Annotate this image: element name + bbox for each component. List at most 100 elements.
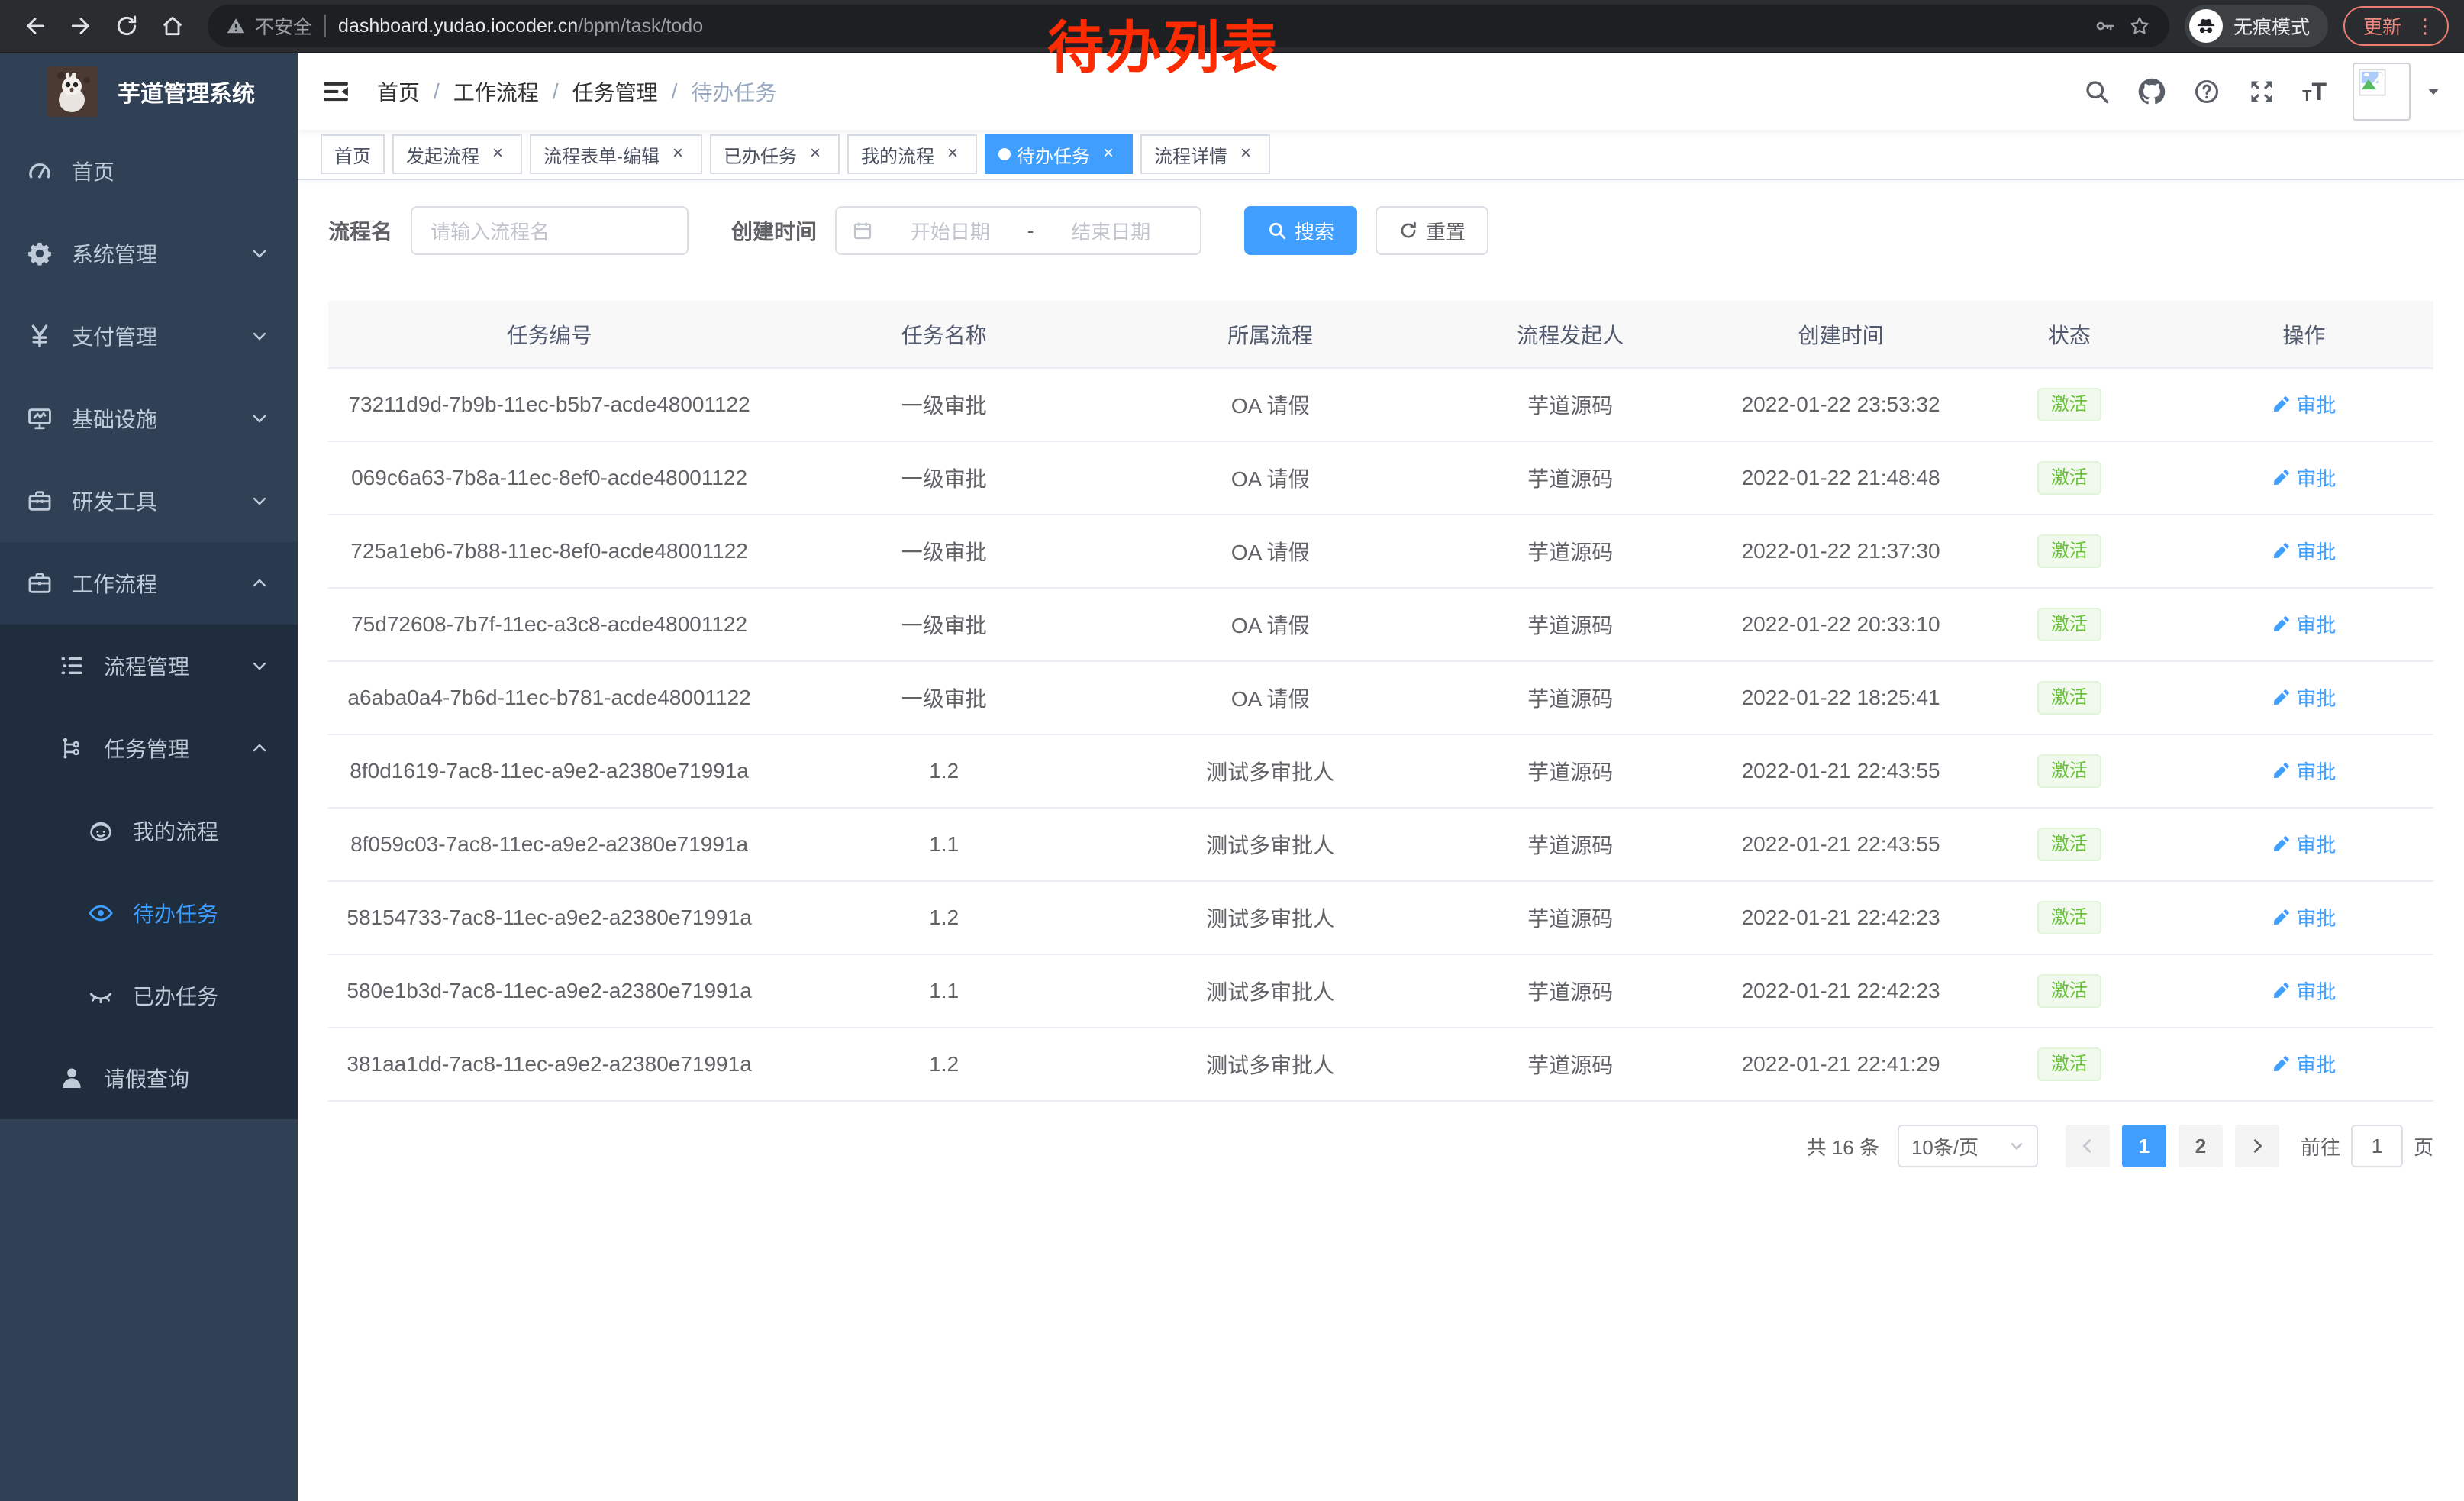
close-icon[interactable]: ×	[667, 144, 689, 165]
back-icon[interactable]	[15, 6, 55, 46]
next-page-button[interactable]	[2235, 1125, 2279, 1167]
update-chip[interactable]: 更新 ⋮	[2343, 6, 2449, 46]
browser-menu-icon[interactable]: ⋮	[2412, 16, 2438, 36]
reset-button[interactable]: 重置	[1376, 206, 1488, 255]
tab-todo-tasks[interactable]: 待办任务×	[985, 134, 1133, 174]
sidebar-item-workflow[interactable]: 工作流程	[0, 542, 298, 625]
sidebar-item-home[interactable]: 首页	[0, 130, 298, 212]
forward-icon[interactable]	[61, 6, 101, 46]
key-icon[interactable]	[2093, 15, 2116, 37]
cell-create-time: 2022-01-21 22:43:55	[1717, 808, 1964, 881]
tab-start-process[interactable]: 发起流程×	[392, 134, 522, 174]
breadcrumb-task-mgmt[interactable]: 任务管理	[572, 76, 658, 107]
close-icon[interactable]: ×	[1235, 144, 1256, 165]
search-icon[interactable]	[2082, 77, 2111, 106]
cell-action: 审批	[2175, 734, 2433, 808]
active-tab-dot	[998, 148, 1011, 160]
home-icon[interactable]	[153, 6, 192, 46]
dashboard-icon	[26, 157, 53, 185]
sidebar-item-todo-task[interactable]: 待办任务	[0, 872, 298, 954]
page-size-select[interactable]: 10条/页	[1898, 1125, 2038, 1167]
tab-form-edit[interactable]: 流程表单-编辑×	[530, 134, 702, 174]
status-badge: 激活	[2037, 828, 2101, 861]
cell-process-starter: 芋道源码	[1423, 588, 1717, 661]
cell-task-id: 069c6a63-7b8a-11ec-8ef0-acde48001122	[328, 441, 770, 515]
process-name-input[interactable]: 请输入流程名	[411, 206, 689, 255]
cell-process-starter: 芋道源码	[1423, 954, 1717, 1028]
cell-process-starter: 芋道源码	[1423, 1028, 1717, 1101]
approve-link[interactable]: 审批	[2272, 610, 2336, 638]
sidebar-item-my-process[interactable]: 我的流程	[0, 789, 298, 872]
approve-link[interactable]: 审批	[2272, 1050, 2336, 1078]
approve-link[interactable]: 审批	[2272, 463, 2336, 492]
tab-process-detail[interactable]: 流程详情×	[1140, 134, 1270, 174]
prev-page-button[interactable]	[2066, 1125, 2110, 1167]
approve-link[interactable]: 审批	[2272, 903, 2336, 931]
refresh-icon	[1398, 221, 1418, 240]
security-chip[interactable]: 不安全	[226, 12, 312, 40]
tab-home[interactable]: 首页	[321, 134, 385, 174]
sidebar-menu: 首页系统管理支付管理基础设施研发工具工作流程流程管理任务管理我的流程待办任务已办…	[0, 130, 298, 1119]
approve-link[interactable]: 审批	[2272, 390, 2336, 418]
cell-process-name: OA 请假	[1118, 368, 1423, 441]
pen-icon	[2272, 982, 2290, 1000]
approve-link[interactable]: 审批	[2272, 976, 2336, 1005]
chevron-down-icon	[2009, 1138, 2024, 1154]
sidebar-item-infra[interactable]: 基础设施	[0, 377, 298, 460]
pen-icon	[2272, 615, 2290, 634]
cell-process-name: 测试多审批人	[1118, 1028, 1423, 1101]
incognito-label: 无痕模式	[2233, 12, 2310, 40]
close-icon[interactable]: ×	[1098, 144, 1119, 165]
sidebar-item-label: 系统管理	[72, 238, 157, 269]
breadcrumb-workflow[interactable]: 工作流程	[453, 76, 539, 107]
approve-link[interactable]: 审批	[2272, 830, 2336, 858]
pen-icon	[2272, 395, 2290, 414]
approve-link[interactable]: 审批	[2272, 683, 2336, 712]
goto-page-input[interactable]: 1	[2351, 1125, 2403, 1167]
bookmark-star-icon[interactable]	[2128, 15, 2151, 37]
sidebar-item-system[interactable]: 系统管理	[0, 212, 298, 295]
sidebar-item-label: 工作流程	[72, 568, 157, 599]
cell-task-id: 725a1eb6-7b88-11ec-8ef0-acde48001122	[328, 515, 770, 588]
breadcrumb-home[interactable]: 首页	[377, 76, 420, 107]
hamburger-icon[interactable]	[321, 76, 351, 107]
update-label[interactable]: 更新	[2363, 12, 2401, 40]
fullscreen-icon[interactable]	[2247, 77, 2276, 106]
cell-task-name: 一级审批	[770, 441, 1118, 515]
sidebar-item-devtools[interactable]: 研发工具	[0, 460, 298, 542]
sidebar-item-label: 任务管理	[104, 733, 189, 763]
close-icon[interactable]: ×	[805, 144, 826, 165]
url-text[interactable]: dashboard.yudao.iocoder.cn/bpm/task/todo	[338, 15, 703, 37]
sidebar-item-label: 流程管理	[104, 650, 189, 681]
tab-done-tasks[interactable]: 已办任务×	[710, 134, 840, 174]
sidebar-item-leave-query[interactable]: 请假查询	[0, 1037, 298, 1119]
app-logo[interactable]: 芋道管理系统	[0, 53, 298, 130]
page-2-button[interactable]: 2	[2179, 1125, 2223, 1167]
reload-icon[interactable]	[107, 6, 147, 46]
github-icon[interactable]	[2137, 77, 2166, 106]
sidebar-item-task-mgmt[interactable]: 任务管理	[0, 707, 298, 789]
approve-label: 审批	[2296, 610, 2336, 638]
close-icon[interactable]: ×	[487, 144, 508, 165]
font-size-icon[interactable]: TT	[2302, 79, 2327, 104]
chevron-down-icon	[250, 409, 269, 428]
pen-icon	[2272, 1055, 2290, 1073]
tab-my-process[interactable]: 我的流程×	[847, 134, 977, 174]
help-icon[interactable]	[2192, 77, 2221, 106]
approve-link[interactable]: 审批	[2272, 757, 2336, 785]
caret-down-icon[interactable]	[2426, 84, 2441, 99]
url-bar[interactable]: 不安全 dashboard.yudao.iocoder.cn/bpm/task/…	[208, 5, 2169, 47]
page-1-button[interactable]: 1	[2122, 1125, 2166, 1167]
search-button[interactable]: 搜索	[1244, 206, 1357, 255]
sidebar-item-done-task[interactable]: 已办任务	[0, 954, 298, 1037]
date-range-input[interactable]: 开始日期 - 结束日期	[835, 206, 1201, 255]
avatar[interactable]	[2353, 63, 2411, 121]
sidebar-item-process-mgmt[interactable]: 流程管理	[0, 625, 298, 707]
approve-link[interactable]: 审批	[2272, 537, 2336, 565]
cell-status: 激活	[1964, 368, 2175, 441]
close-icon[interactable]: ×	[942, 144, 963, 165]
sidebar-item-payment[interactable]: 支付管理	[0, 295, 298, 377]
approve-label: 审批	[2296, 757, 2336, 785]
pen-icon	[2272, 835, 2290, 854]
sidebar-item-label: 请假查询	[104, 1063, 189, 1093]
